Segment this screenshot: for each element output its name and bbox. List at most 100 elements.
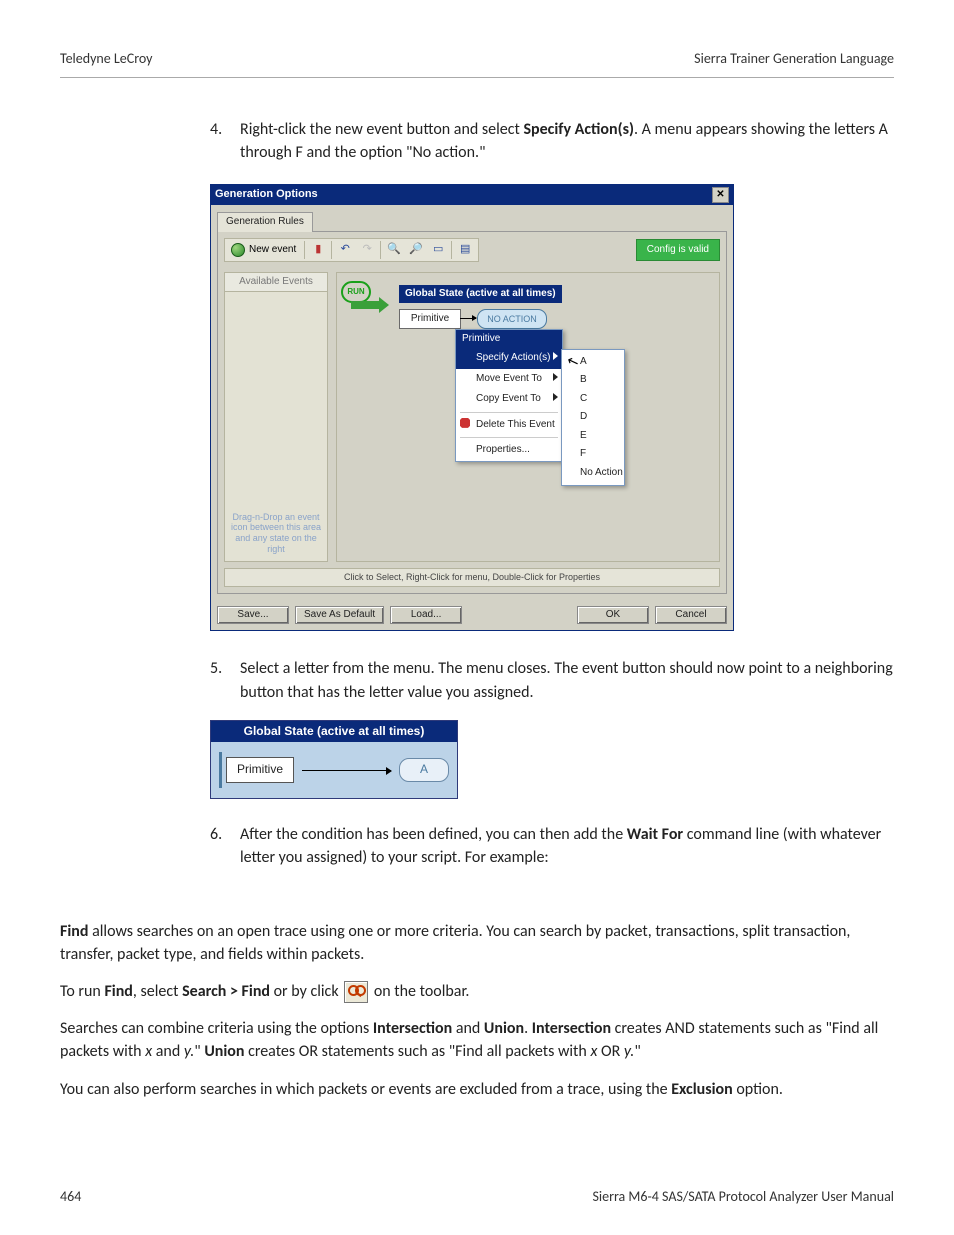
italic-fragment: y. xyxy=(624,1042,634,1061)
text-fragment: creates OR statements such as "Find all … xyxy=(244,1042,590,1061)
menu-copy-event-to[interactable]: Copy Event To xyxy=(456,389,562,410)
ok-button[interactable]: OK xyxy=(577,606,649,625)
context-menu-title: Primitive xyxy=(456,330,562,349)
step-text: Select a letter from the menu. The menu … xyxy=(240,657,894,703)
generation-options-dialog: Generation Options ✕ Generation Rules Ne… xyxy=(210,184,734,631)
text-fragment: OR xyxy=(597,1042,624,1061)
gs-left-marker xyxy=(219,752,222,788)
menu-specify-action[interactable]: Specify Action(s) xyxy=(456,348,562,369)
separator xyxy=(331,241,332,259)
submenu-c[interactable]: C xyxy=(562,390,624,409)
text-fragment: on the toolbar. xyxy=(370,982,469,1001)
zoom-in-icon[interactable]: 🔍 xyxy=(385,241,403,259)
step-number: 4. xyxy=(210,118,240,164)
context-menu: Primitive Specify Action(s) Move Event T… xyxy=(455,329,563,462)
available-events-body[interactable]: Drag-n-Drop an event icon between this a… xyxy=(224,291,328,562)
canvas[interactable]: RUN Global State (active at all times) P… xyxy=(336,272,720,562)
tab-strip: Generation Rules xyxy=(211,205,733,231)
find-toolbar-icon[interactable] xyxy=(344,981,368,1003)
text-fragment: and xyxy=(152,1042,184,1061)
step-number: 6. xyxy=(210,823,240,869)
step-text: Right-click the new event button and sel… xyxy=(240,118,894,164)
toolbar: New event ▮ ↶ ↷ 🔍 🔎 ▭ ▤ xyxy=(224,238,479,262)
tab-generation-rules[interactable]: Generation Rules xyxy=(217,212,313,232)
bold-fragment: Union xyxy=(484,1019,524,1038)
text-fragment: Right-click the new event button and sel… xyxy=(240,120,523,139)
submenu-e[interactable]: E xyxy=(562,427,624,446)
no-action-pill[interactable]: NO ACTION xyxy=(477,309,547,329)
manual-title: Sierra M6-4 SAS/SATA Protocol Analyzer U… xyxy=(592,1188,894,1205)
find-paragraph-4: You can also perform searches in which p… xyxy=(60,1078,894,1101)
delete-icon xyxy=(460,418,470,428)
save-as-default-button[interactable]: Save As Default xyxy=(295,606,384,625)
new-event-button[interactable]: New event xyxy=(229,243,300,258)
text-fragment: option. xyxy=(733,1080,783,1099)
redo-icon[interactable]: ↷ xyxy=(358,241,376,259)
find-paragraph-1: Find allows searches on an open trace us… xyxy=(60,920,894,966)
tab-body: New event ▮ ↶ ↷ 🔍 🔎 ▭ ▤ xyxy=(217,231,727,594)
gs-title: Global State (active at all times) xyxy=(211,721,457,742)
status-bar: Click to Select, Right-Click for menu, D… xyxy=(224,568,720,587)
available-events-panel: Available Events Drag-n-Drop an event ic… xyxy=(224,272,328,562)
text-fragment: " xyxy=(634,1042,640,1061)
settings-icon[interactable]: ▤ xyxy=(456,241,474,259)
menu-properties[interactable]: Properties... xyxy=(456,440,562,461)
menu-label: Delete This Event xyxy=(476,419,555,430)
submenu-b[interactable]: B xyxy=(562,371,624,390)
global-state-header: Global State (active at all times) xyxy=(399,285,562,304)
text-fragment: You can also perform searches in which p… xyxy=(60,1080,671,1099)
delete-icon[interactable]: ▮ xyxy=(309,241,327,259)
find-paragraph-3: Searches can combine criteria using the … xyxy=(60,1017,894,1063)
submenu-f[interactable]: F xyxy=(562,445,624,464)
bold-fragment: Union xyxy=(204,1042,244,1061)
page-number: 464 xyxy=(60,1188,81,1205)
cancel-button[interactable]: Cancel xyxy=(655,606,727,625)
step-6: 6. After the condition has been defined,… xyxy=(210,823,894,869)
menu-delete-this-event[interactable]: Delete This Event xyxy=(456,415,562,436)
undo-icon[interactable]: ↶ xyxy=(336,241,354,259)
submenu-arrow-icon xyxy=(553,373,558,381)
fit-icon[interactable]: ▭ xyxy=(429,241,447,259)
load-button[interactable]: Load... xyxy=(390,606,462,625)
gs-letter-pill[interactable]: A xyxy=(399,758,449,781)
separator xyxy=(460,437,558,438)
available-events-header: Available Events xyxy=(224,272,328,292)
text-fragment: , select xyxy=(133,982,182,1001)
header-right: Sierra Trainer Generation Language xyxy=(694,50,894,67)
dialog-wrap: Generation Options ✕ Generation Rules Ne… xyxy=(210,184,734,631)
save-button[interactable]: Save... xyxy=(217,606,289,625)
run-node[interactable]: RUN xyxy=(341,281,371,303)
titlebar[interactable]: Generation Options ✕ xyxy=(211,185,733,205)
text-fragment: " xyxy=(194,1042,204,1061)
italic-fragment: y. xyxy=(184,1042,194,1061)
submenu-arrow-icon xyxy=(553,393,558,401)
arrow-icon xyxy=(302,770,391,771)
text-fragment: Searches can combine criteria using the … xyxy=(60,1019,373,1038)
zoom-out-icon[interactable]: 🔎 xyxy=(407,241,425,259)
content: 4. Right-click the new event button and … xyxy=(60,118,894,1101)
globe-icon xyxy=(231,243,245,257)
work-area: Available Events Drag-n-Drop an event ic… xyxy=(224,272,720,562)
separator xyxy=(380,241,381,259)
new-event-label: New event xyxy=(249,243,296,258)
submenu-d[interactable]: D xyxy=(562,408,624,427)
bold-fragment: Find xyxy=(104,982,132,1001)
bold-fragment: Find xyxy=(60,922,88,941)
text-fragment: After the condition has been defined, yo… xyxy=(240,825,627,844)
find-section: Find allows searches on an open trace us… xyxy=(60,920,894,1101)
close-icon[interactable]: ✕ xyxy=(712,187,729,203)
step-4: 4. Right-click the new event button and … xyxy=(210,118,894,164)
submenu-no-action[interactable]: No Action xyxy=(562,464,624,483)
menu-move-event-to[interactable]: Move Event To xyxy=(456,369,562,390)
step-5: 5. Select a letter from the menu. The me… xyxy=(210,657,894,703)
config-valid-badge: Config is valid xyxy=(636,239,720,262)
separator xyxy=(304,241,305,259)
page: Teledyne LeCroy Sierra Trainer Generatio… xyxy=(0,0,954,1235)
gs-primitive-box[interactable]: Primitive xyxy=(226,757,294,782)
primitive-event-box[interactable]: Primitive xyxy=(399,309,461,329)
menu-label: Copy Event To xyxy=(476,393,541,404)
text-fragment: . xyxy=(524,1019,532,1038)
bold-fragment: Specify Action(s) xyxy=(523,120,633,139)
bold-fragment: Wait For xyxy=(627,825,683,844)
global-state-figure: Global State (active at all times) Primi… xyxy=(210,720,458,799)
